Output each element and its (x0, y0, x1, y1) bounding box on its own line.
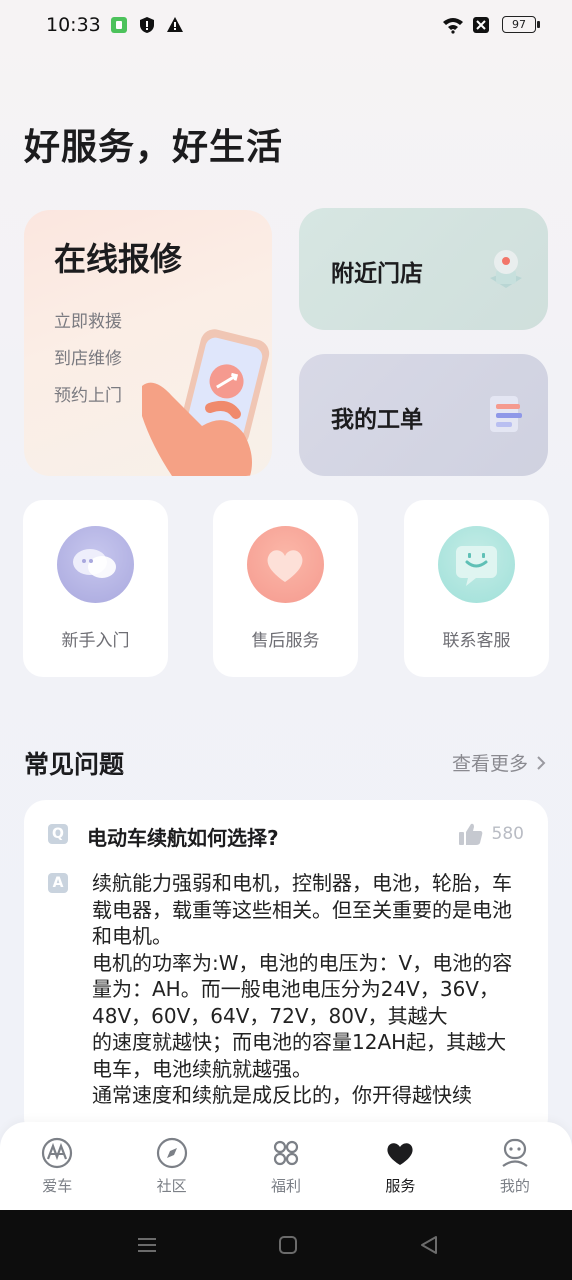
beginner-guide-label: 新手入门 (61, 631, 130, 651)
bottom-tab-bar: 爱车 社区 福利 服务 我的 (0, 1122, 572, 1210)
repair-card-title: 在线报修 (54, 240, 183, 278)
tab-car[interactable]: 爱车 (0, 1122, 114, 1210)
phone-repair-illustration-icon (142, 329, 270, 476)
battery-indicator: 97 (502, 16, 540, 33)
customer-service-tile[interactable]: 联系客服 (404, 500, 549, 677)
tab-me[interactable]: 我的 (458, 1122, 572, 1210)
like-count: 580 (491, 824, 524, 844)
question-badge: Q (48, 824, 68, 844)
smile-message-icon (438, 526, 515, 603)
document-icon (490, 396, 522, 432)
status-bar: 10:33 97 (0, 0, 572, 52)
status-time: 10:33 (46, 14, 101, 36)
after-sales-tile[interactable]: 售后服务 (213, 500, 358, 677)
tab-community-label: 社区 (156, 1177, 187, 1195)
sim-blocked-icon (473, 17, 489, 33)
repair-item-store-repair: 到店维修 (54, 349, 122, 369)
nearby-stores-card[interactable]: 附近门店 (299, 208, 548, 330)
chevron-right-icon (537, 755, 546, 770)
thumbs-up-icon (458, 823, 482, 845)
answer-badge: A (48, 873, 68, 893)
customer-service-label: 联系客服 (442, 631, 511, 651)
tab-me-label: 我的 (499, 1177, 530, 1195)
home-icon[interactable] (277, 1234, 299, 1256)
beginner-guide-tile[interactable]: 新手入门 (23, 500, 168, 677)
car-logo-icon (42, 1137, 73, 1169)
tab-benefits-label: 福利 (271, 1177, 302, 1195)
menu-icon[interactable] (136, 1234, 158, 1256)
page-title: 好服务，好生活 (24, 127, 284, 168)
back-icon[interactable] (418, 1234, 440, 1256)
tab-benefits[interactable]: 福利 (229, 1122, 343, 1210)
system-navigation-bar (0, 1210, 572, 1280)
profile-icon (502, 1138, 528, 1167)
faq-view-more-label: 查看更多 (451, 753, 528, 775)
tab-service[interactable]: 服务 (343, 1122, 457, 1210)
my-orders-card[interactable]: 我的工单 (299, 354, 548, 476)
faq-view-more-link[interactable]: 查看更多 (452, 749, 546, 776)
shield-icon (140, 17, 154, 33)
map-pin-icon (490, 250, 522, 288)
repair-item-home-service: 预约上门 (54, 386, 122, 406)
heart-icon (247, 526, 324, 603)
my-orders-label: 我的工单 (331, 407, 423, 433)
after-sales-label: 售后服务 (251, 631, 320, 651)
tab-car-label: 爱车 (42, 1177, 73, 1195)
faq-question: 电动车续航如何选择? (87, 826, 279, 850)
faq-section-title: 常见问题 (24, 750, 125, 779)
faq-answer: 续航能力强弱和电机，控制器，电池，轮胎，车载电器，载重等这些相关。但至关重要的是… (92, 871, 513, 1107)
tab-service-label: 服务 (385, 1177, 416, 1195)
like-button[interactable]: 580 (458, 822, 524, 846)
grid-icon (273, 1140, 299, 1166)
repair-item-rescue: 立即救援 (54, 312, 122, 332)
nearby-stores-label: 附近门店 (331, 261, 423, 287)
chat-bubbles-icon (57, 526, 134, 603)
online-repair-card[interactable]: 在线报修 立即救援 到店维修 预约上门 (24, 210, 272, 476)
warning-icon (167, 17, 183, 32)
tab-community[interactable]: 社区 (114, 1122, 228, 1210)
compass-icon (156, 1137, 187, 1169)
heart-filled-icon (387, 1143, 413, 1165)
faq-card[interactable]: Q 电动车续航如何选择? 580 A 续航能力强弱和电机，控制器，电池，轮胎，车… (24, 800, 548, 1140)
app-notification-icon (111, 17, 127, 33)
wifi-icon (443, 18, 463, 34)
